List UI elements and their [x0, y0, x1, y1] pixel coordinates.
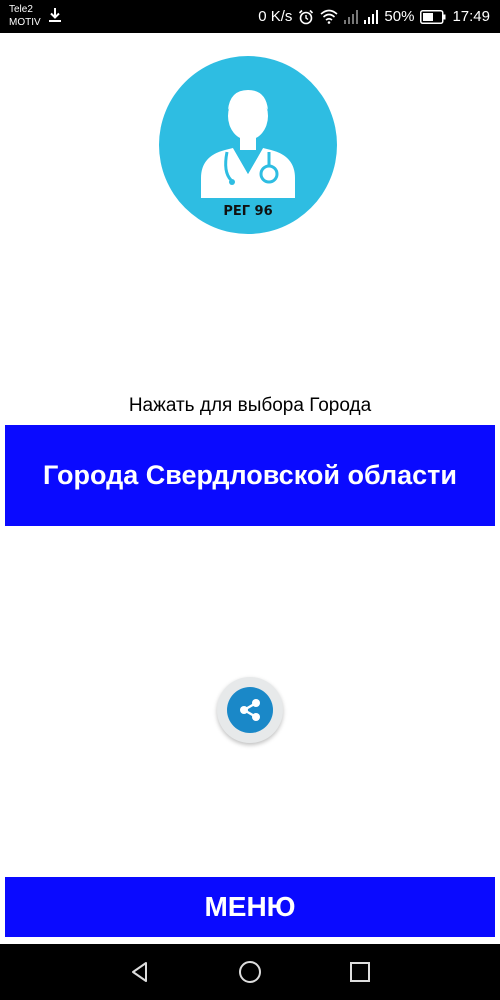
wifi-icon [320, 9, 338, 24]
menu-button[interactable]: МЕНЮ [5, 877, 495, 937]
signal-icon [344, 9, 359, 24]
share-button[interactable] [217, 677, 283, 743]
recents-button[interactable] [344, 956, 376, 988]
status-bar: Tele2 MOTIV 0 K/s 50% 17:49 [0, 0, 500, 33]
carrier-name-secondary: MOTIV [9, 17, 41, 28]
navigation-bar [0, 944, 500, 1000]
download-icon [49, 8, 61, 22]
home-button[interactable] [234, 956, 266, 988]
share-icon [240, 699, 260, 721]
home-icon [239, 961, 261, 983]
doctor-icon [201, 90, 295, 198]
select-city-button[interactable]: Города Свердловской области [5, 425, 495, 526]
carrier-info: Tele2 MOTIV [9, 3, 41, 29]
battery-icon [420, 9, 446, 24]
status-indicators: 0 K/s 50% 17:49 [258, 0, 490, 33]
app-logo: РЕГ 96 [159, 56, 337, 234]
carrier-name: Tele2 [9, 4, 33, 15]
back-icon [132, 962, 147, 982]
share-button-inner [227, 687, 273, 733]
recents-icon [350, 962, 370, 982]
city-hint-text: Нажать для выбора Города [128, 395, 372, 416]
logo-label: РЕГ 96 [223, 204, 273, 219]
net-speed: 0 K/s [258, 8, 293, 25]
signal-icon [364, 9, 379, 24]
battery-percent: 50% [384, 8, 415, 25]
clock: 17:49 [452, 8, 490, 25]
back-button[interactable] [124, 956, 156, 988]
alarm-icon [299, 9, 314, 24]
